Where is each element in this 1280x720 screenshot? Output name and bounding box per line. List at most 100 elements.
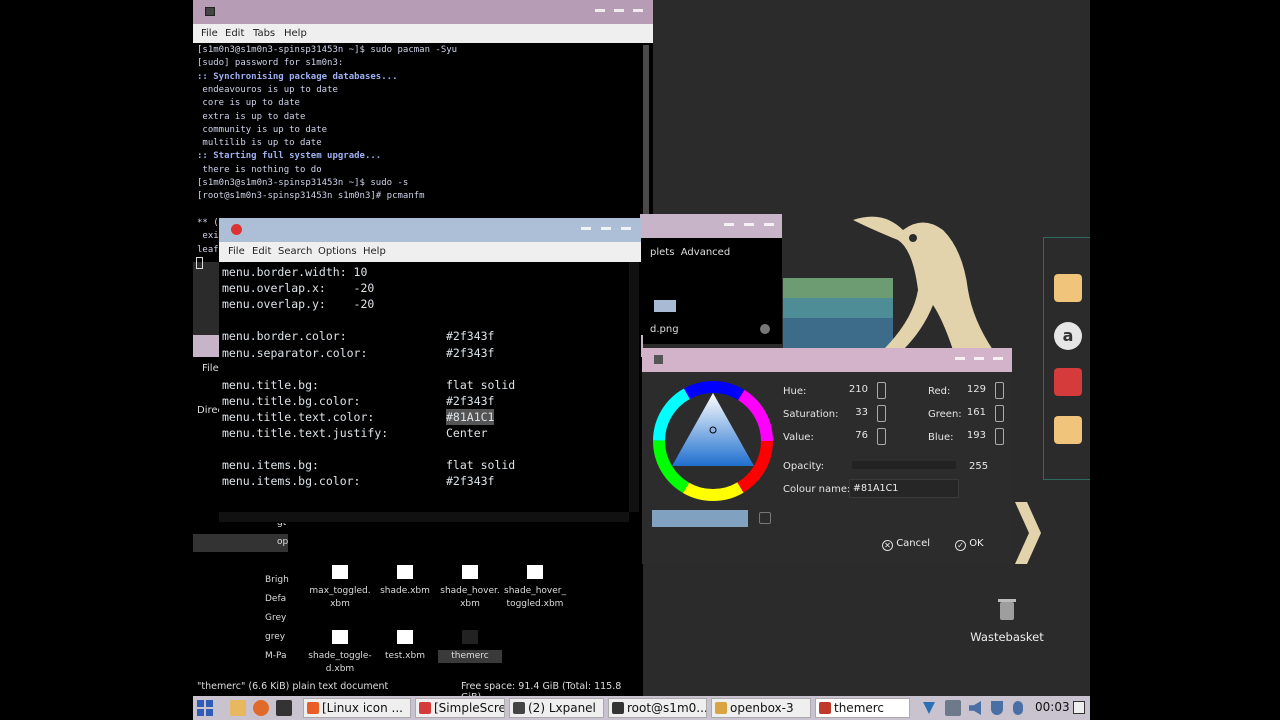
- maximize-button[interactable]: [614, 9, 624, 12]
- close-button[interactable]: [633, 9, 643, 12]
- task-app-icon: [715, 702, 727, 714]
- opacity-slider[interactable]: [852, 461, 956, 469]
- clock[interactable]: 00:03: [1035, 700, 1070, 714]
- cancel-button[interactable]: ✕ Cancel: [882, 538, 930, 556]
- tray-network-icon[interactable]: [923, 702, 935, 714]
- prefs-tabs[interactable]: plets Advanced: [650, 247, 730, 258]
- tree-item[interactable]: M-Pa: [265, 651, 287, 661]
- close-button[interactable]: [764, 223, 774, 226]
- launcher-terminal-icon[interactable]: [276, 700, 292, 716]
- editor-titlebar[interactable]: [219, 218, 641, 242]
- hue-spinner[interactable]: 210: [820, 382, 886, 399]
- dialog-titlebar[interactable]: [642, 348, 1012, 372]
- minimize-button[interactable]: [724, 223, 734, 226]
- colour-name-input[interactable]: #81A1C1: [849, 479, 959, 498]
- menu-file[interactable]: File: [201, 28, 218, 39]
- tree-item[interactable]: Defa: [265, 594, 286, 604]
- tray-bluetooth-icon[interactable]: [1013, 701, 1023, 715]
- launcher-firefox-icon[interactable]: [253, 700, 269, 716]
- file-name: shade_hover. xbm: [440, 586, 500, 609]
- config-key: menu.title.bg:: [222, 377, 319, 392]
- tree-item[interactable]: Grey: [265, 613, 286, 623]
- launcher-files-icon[interactable]: [230, 700, 246, 716]
- show-desktop-icon[interactable]: [1073, 701, 1085, 714]
- opacity-label: Opacity:: [783, 461, 825, 472]
- files-icon[interactable]: [1054, 274, 1082, 302]
- wastebasket-label: Wastebasket: [970, 630, 1044, 644]
- file-name: shade.xbm: [380, 586, 430, 596]
- prefs-titlebar[interactable]: [640, 214, 782, 238]
- tray-updates-icon[interactable]: [945, 700, 961, 716]
- taskbar-task-button[interactable]: (2) Lxpanel: [509, 698, 604, 718]
- file-item[interactable]: shade_hover_ toggled.xbm: [503, 565, 567, 611]
- menu-help[interactable]: Help: [363, 246, 386, 257]
- minimize-button[interactable]: [595, 9, 605, 12]
- file-item[interactable]: shade_hover. xbm: [438, 565, 502, 611]
- document-icon[interactable]: [1054, 416, 1082, 444]
- taskbar-task-button[interactable]: themerc: [815, 698, 910, 718]
- eyedropper-icon[interactable]: [759, 512, 771, 524]
- browse-icon[interactable]: [760, 324, 770, 334]
- task-app-icon: [419, 702, 431, 714]
- file-item[interactable]: shade_toggle- d.xbm: [308, 630, 372, 676]
- hue-label: Hue:: [783, 386, 807, 397]
- editor-text-area[interactable]: menu.border.width: 10 menu.overlap.x: -20…: [219, 262, 629, 512]
- terminal-titlebar[interactable]: [193, 0, 653, 24]
- editor-hscroll[interactable]: [219, 512, 629, 522]
- close-button[interactable]: [621, 227, 631, 230]
- tree-item-selected[interactable]: [193, 534, 288, 552]
- maximize-button[interactable]: [744, 223, 754, 226]
- color-wheel[interactable]: [652, 380, 774, 502]
- menu-edit[interactable]: Edit: [225, 28, 244, 39]
- blue-spinner[interactable]: 193: [938, 428, 1004, 445]
- minimize-button[interactable]: [955, 357, 965, 360]
- maximize-button[interactable]: [974, 357, 984, 360]
- taskbar-task-button[interactable]: openbox-3: [711, 698, 811, 718]
- editor-line: menu.overlap.y: -20: [222, 296, 374, 312]
- menu-tabs[interactable]: Tabs: [253, 28, 275, 39]
- saturation-spinner[interactable]: 33: [820, 405, 886, 422]
- penguin-logo: [853, 216, 993, 350]
- presentation-icon[interactable]: [1054, 368, 1082, 396]
- wastebasket-desktop-icon[interactable]: Wastebasket: [963, 592, 1051, 648]
- tray-volume-icon[interactable]: [969, 701, 981, 715]
- green-spinner[interactable]: 161: [938, 405, 1004, 422]
- file-item[interactable]: test.xbm: [373, 630, 437, 663]
- text-file-icon: [462, 630, 478, 644]
- file-item[interactable]: shade.xbm: [373, 565, 437, 598]
- terminal-line: :: Starting full system upgrade...: [197, 151, 382, 162]
- value-spinner[interactable]: 76: [820, 428, 886, 445]
- task-label: [SimpleScre...: [434, 701, 504, 715]
- task-label: [Linux icon ...: [322, 701, 403, 715]
- tree-item[interactable]: op: [277, 537, 288, 547]
- file-item[interactable]: max_toggled. xbm: [308, 565, 372, 611]
- app-menu-icon[interactable]: [197, 700, 213, 716]
- config-value: flat solid: [446, 377, 516, 392]
- ok-button[interactable]: ✓ OK: [955, 538, 984, 556]
- tree-item[interactable]: grey: [265, 632, 285, 642]
- appcenter-icon[interactable]: a: [1054, 322, 1082, 350]
- taskbar-task-button[interactable]: [Linux icon ...: [303, 698, 411, 718]
- menu-search[interactable]: Search: [278, 246, 312, 257]
- close-button[interactable]: [993, 357, 1003, 360]
- editor-vscroll[interactable]: [629, 262, 639, 512]
- editor-line: menu.title.bg.color: #2f343f: [222, 393, 494, 409]
- menu-help[interactable]: Help: [284, 28, 307, 39]
- file-item[interactable]: themerc: [438, 630, 502, 663]
- terminal-menubar: File Edit Tabs Help: [193, 24, 653, 43]
- menu-file[interactable]: File: [228, 246, 245, 257]
- taskbar-task-button[interactable]: root@s1m0...: [608, 698, 707, 718]
- fm-menu-file[interactable]: File: [202, 363, 219, 374]
- red-spinner[interactable]: 129: [938, 382, 1004, 399]
- menu-edit[interactable]: Edit: [252, 246, 271, 257]
- minimize-button[interactable]: [581, 227, 591, 230]
- taskbar-task-button[interactable]: [SimpleScre...: [415, 698, 505, 718]
- maximize-button[interactable]: [601, 227, 611, 230]
- opacity-value[interactable]: 255: [969, 461, 988, 472]
- fm-sidebar-tree: gt op Brigh Defa Grey grey M-Pa: [193, 515, 289, 665]
- menu-options[interactable]: Options: [318, 246, 357, 257]
- file-name: shade_toggle- d.xbm: [308, 651, 372, 674]
- tray-shield-icon[interactable]: [991, 701, 1003, 715]
- tree-item[interactable]: Brigh: [265, 575, 289, 585]
- editor-line: menu.border.color: #2f343f: [222, 328, 494, 344]
